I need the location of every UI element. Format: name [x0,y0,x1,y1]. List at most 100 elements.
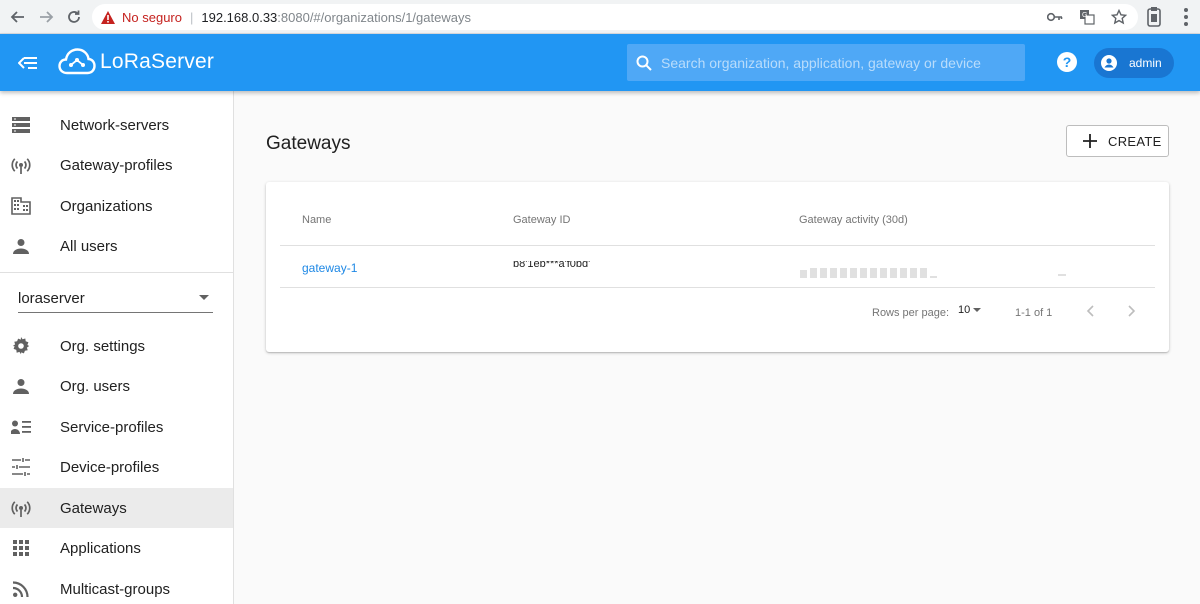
sidebar-item-device-profiles[interactable]: Device-profiles [0,447,233,487]
translate-icon[interactable]: G [1078,8,1096,26]
url-host: 192.168.0.33 [201,9,278,25]
organization-select-value: loraserver [18,290,85,307]
sidebar-divider [0,272,233,273]
search-input[interactable] [661,54,1011,71]
activity-bar [900,268,907,278]
sidebar: Network-servers Gateway-profiles Organiz… [0,91,234,604]
activity-bar [880,268,887,278]
reload-icon[interactable] [60,3,88,31]
sidebar-item-label: Device-profiles [60,458,160,476]
sidebar-item-label: All users [60,237,118,255]
activity-bar [820,268,827,278]
sidebar-item-label: Multicast-groups [60,580,171,598]
activity-bar [850,268,857,278]
column-header-name[interactable]: Name [302,214,331,226]
activity-bar [890,268,897,278]
activity-bar [1058,274,1066,276]
sidebar-item-label: Organizations [60,197,153,215]
sidebar-item-org-settings[interactable]: Org. settings [0,326,233,366]
forward-icon[interactable] [32,3,60,31]
person-icon [10,235,32,257]
activity-bar [830,268,837,278]
activity-bar [870,268,877,278]
tune-icon [10,456,32,478]
sidebar-item-org-users[interactable]: Org. users [0,366,233,406]
activity-bar [810,268,817,278]
browser-menu-icon[interactable] [1178,6,1194,28]
gateways-table-card: Name Gateway ID Gateway activity (30d) g… [266,182,1169,352]
sidebar-item-gateways[interactable]: Gateways [0,488,233,528]
gateway-id-cell: b8'1eb***a'f0bd' [513,261,591,270]
url-path: :8080/#/organizations/1/gateways [277,9,471,25]
person-icon [10,375,32,397]
activity-bar [860,268,867,278]
activity-bar [840,268,847,278]
sidebar-item-applications[interactable]: Applications [0,528,233,568]
chevron-down-icon [973,308,982,312]
plus-icon [1083,134,1097,148]
user-menu-button[interactable]: admin [1094,48,1174,78]
logo[interactable]: LoRaServer [58,45,214,79]
account-circle-icon [1100,54,1118,72]
back-icon[interactable] [4,3,32,31]
chevron-down-icon [199,295,209,300]
key-icon[interactable] [1046,8,1064,26]
logo-text: LoRaServer [100,50,215,73]
domain-icon [10,195,32,217]
app-header: LoRaServer ? admin [0,34,1200,91]
sidebar-item-gateway-profiles[interactable]: Gateway-profiles [0,145,233,185]
create-button[interactable]: CREATE [1066,125,1169,157]
radio-tower-icon [10,154,32,176]
svg-text:?: ? [1063,54,1072,70]
rows-per-page-select[interactable]: 10 [958,304,982,316]
star-icon[interactable] [1110,8,1128,26]
sidebar-item-label: Org. settings [60,337,146,355]
column-header-gateway-id[interactable]: Gateway ID [513,214,570,226]
radio-tower-icon [10,497,32,519]
global-search[interactable] [627,44,1025,81]
gear-icon [10,335,32,357]
sidebar-item-label: Org. users [60,377,131,395]
browser-toolbar: No seguro | 192.168.0.33:8080/#/organiza… [0,0,1200,34]
activity-bar [910,268,917,278]
page-title: Gateways [266,133,351,154]
cloud-logo-icon [58,48,96,75]
url-separator: | [189,9,194,25]
activity-bar [930,276,937,278]
warning-icon [100,9,116,25]
gateway-name-link[interactable]: gateway-1 [302,261,357,275]
svg-text:G: G [1082,12,1087,19]
activity-bar [920,268,927,278]
rows-per-page-value: 10 [958,304,971,316]
previous-page-icon[interactable] [1082,303,1098,319]
next-page-icon[interactable] [1124,303,1140,319]
extension-icon[interactable] [1144,6,1164,28]
drawer-toggle-icon[interactable] [14,50,42,76]
apps-grid-icon [10,537,32,559]
rss-icon [10,578,32,600]
create-button-label: CREATE [1108,133,1162,149]
user-name: admin [1129,56,1162,70]
row-divider [280,287,1155,288]
column-header-gateway-activity: Gateway activity (30d) [799,214,908,226]
account-details-icon [10,416,32,438]
server-icon [10,114,32,136]
sidebar-item-all-users[interactable]: All users [0,226,233,266]
address-bar[interactable]: No seguro | 192.168.0.33:8080/#/organiza… [92,4,1138,30]
sidebar-item-label: Gateways [60,499,127,517]
sidebar-item-service-profiles[interactable]: Service-profiles [0,407,233,447]
sidebar-item-organizations[interactable]: Organizations [0,186,233,226]
help-icon[interactable]: ? [1056,51,1078,73]
sidebar-item-label: Applications [60,539,141,557]
gateway-activity-sparkline [800,266,937,278]
sidebar-item-network-servers[interactable]: Network-servers [0,105,233,145]
sidebar-item-multicast-groups[interactable]: Multicast-groups [0,569,233,604]
rows-per-page-label: Rows per page: [872,307,950,319]
not-secure-label: No seguro [122,9,182,25]
sidebar-item-label: Gateway-profiles [60,156,173,174]
activity-bar [800,270,807,278]
search-icon [635,54,653,72]
organization-select[interactable]: loraserver [18,285,213,313]
sidebar-item-label: Service-profiles [60,418,164,436]
sidebar-item-label: Network-servers [60,116,170,134]
